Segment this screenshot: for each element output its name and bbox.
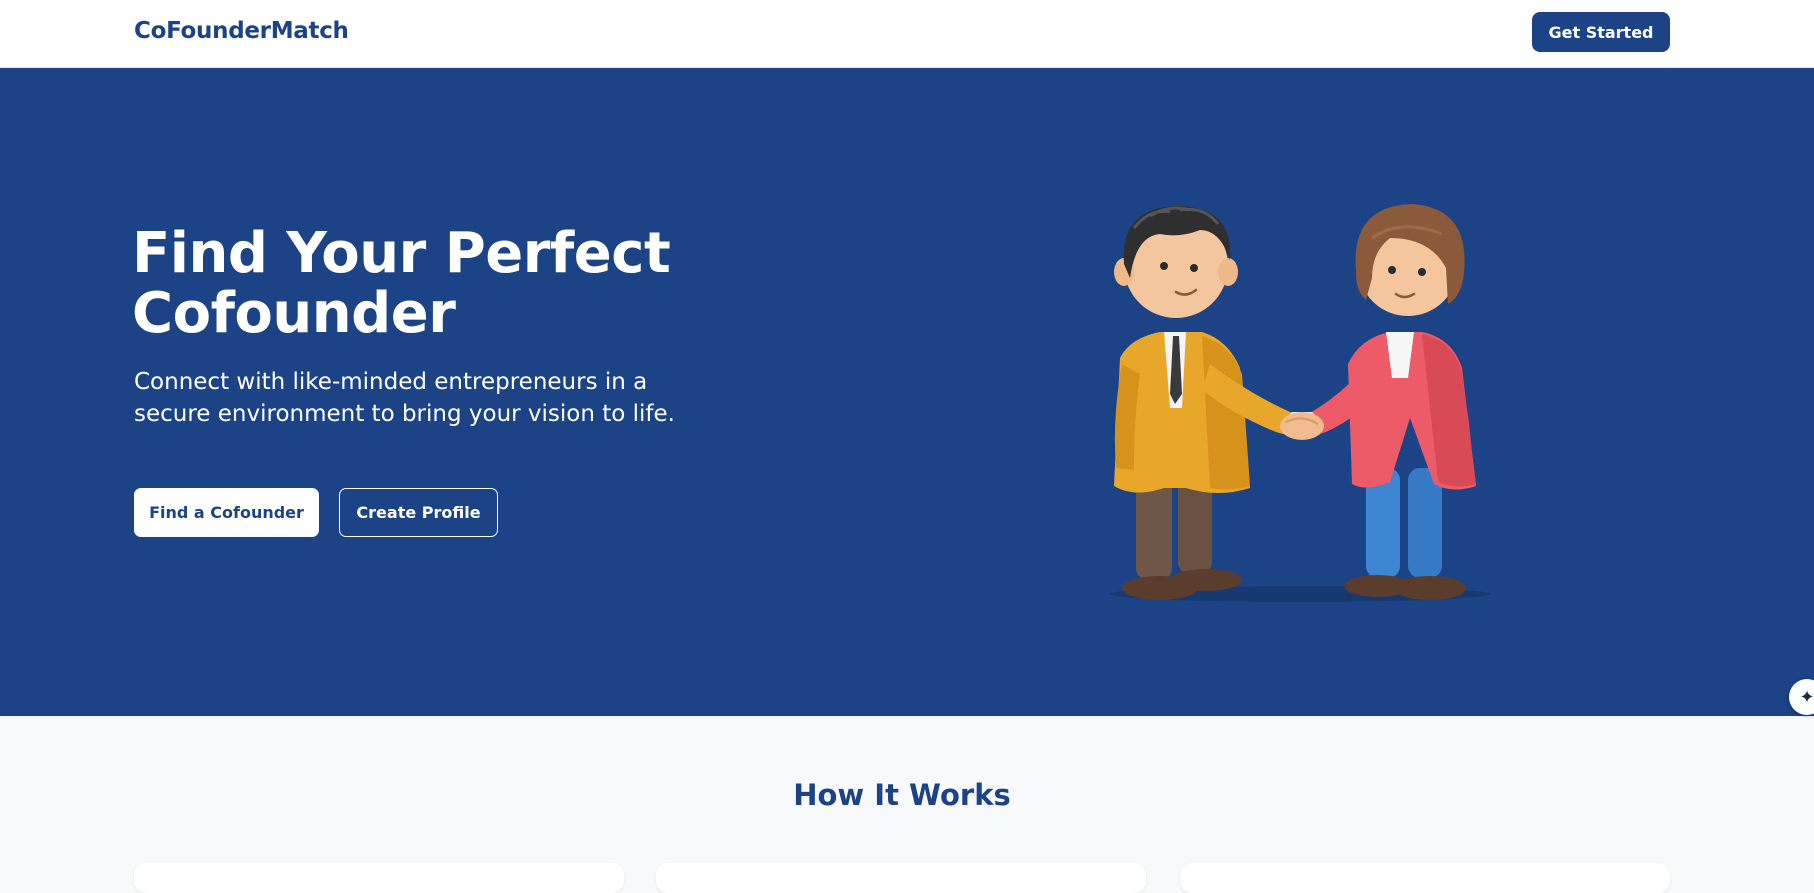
brand-logo[interactable]: CoFounderMatch	[134, 18, 349, 44]
how-it-works-card	[1180, 863, 1670, 893]
find-cofounder-button[interactable]: Find a Cofounder	[134, 488, 319, 537]
how-it-works-title: How It Works	[793, 778, 1011, 812]
hero-section: Find Your Perfect Cofounder Connect with…	[0, 68, 1814, 716]
how-it-works-card	[134, 863, 624, 893]
create-profile-button[interactable]: Create Profile	[339, 488, 498, 537]
hero-subtitle: Connect with like-minded entrepreneurs i…	[134, 369, 675, 427]
top-navbar: CoFounderMatch Get Started	[0, 0, 1814, 68]
how-it-works-card	[656, 863, 1146, 893]
get-started-button[interactable]: Get Started	[1532, 12, 1670, 52]
hero-title: Find Your Perfect Cofounder	[132, 221, 671, 346]
handshake-illustration	[1110, 204, 1490, 602]
